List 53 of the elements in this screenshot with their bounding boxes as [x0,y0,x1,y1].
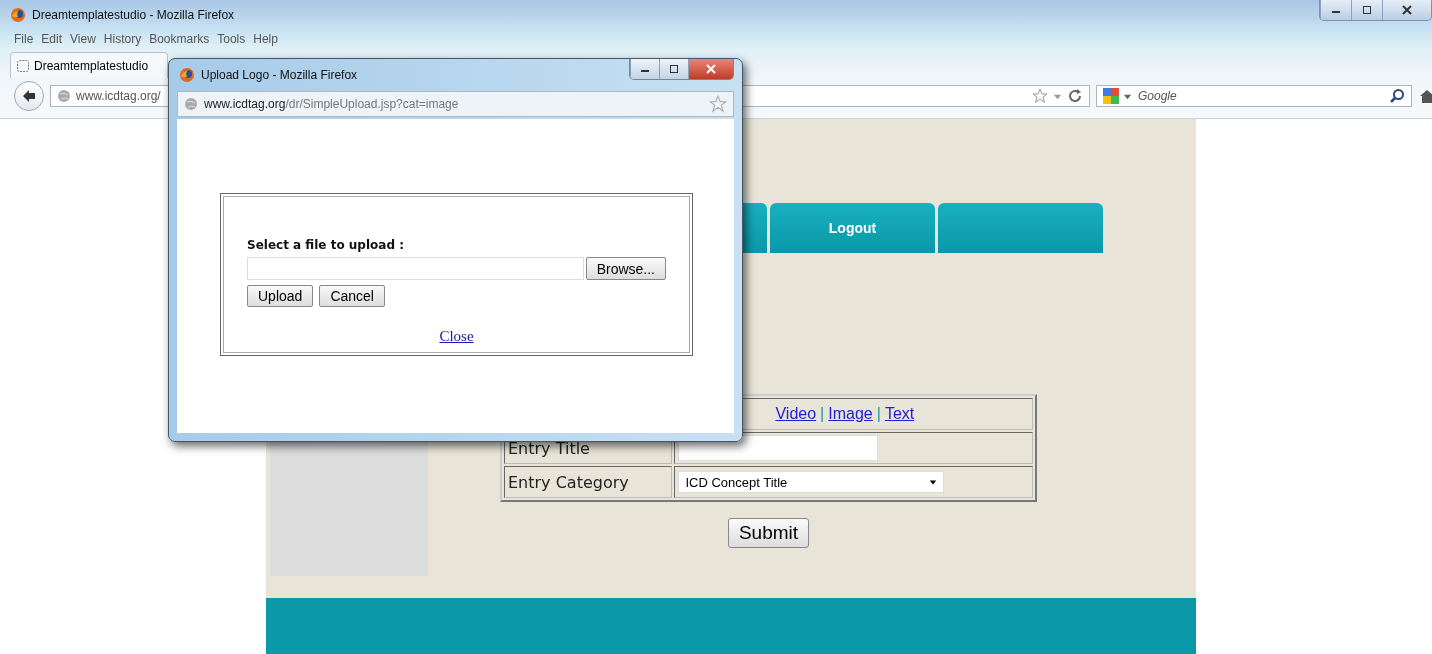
window-title: Dreamtemplatestudio - Mozilla Firefox [32,8,235,22]
dialog-button[interactable]: Cancel [319,285,385,307]
browser-tab[interactable]: Dreamtemplatestudio [10,52,168,78]
globe-icon [57,89,71,103]
dialog-button[interactable]: Upload [247,285,314,307]
separator: | [876,405,881,422]
minimize-button[interactable] [630,59,659,79]
reload-icon[interactable] [1067,88,1083,104]
file-path-field[interactable] [247,257,584,280]
window-title: Upload Logo - Mozilla Firefox [201,68,358,82]
close-icon [1402,5,1412,15]
firefox-logo-icon [10,7,26,23]
star-icon[interactable] [1032,88,1048,104]
menu-item[interactable]: View [70,32,96,46]
star-icon[interactable] [709,95,727,113]
home-icon[interactable] [1418,88,1432,104]
upload-prompt: Select a file to upload : [247,238,405,252]
search-field[interactable]: Google [1096,85,1412,107]
type-link[interactable]: Video [775,405,817,422]
firefox-logo-icon [179,67,195,83]
page-icon [17,59,29,72]
separator: | [820,405,825,422]
maximize-icon [669,64,679,74]
field-label: Entry Title [508,438,590,458]
search-icon[interactable] [1389,88,1405,104]
submit-button[interactable]: Submit [727,518,810,548]
maximize-button[interactable] [1351,0,1382,20]
menu-item[interactable]: File [14,32,34,46]
close-button[interactable] [688,59,733,79]
search-input[interactable]: Google [1136,88,1385,104]
close-icon [706,64,716,74]
back-arrow-icon [21,88,37,104]
dropdown-arrow-icon [929,478,938,486]
browse-button[interactable]: Browse... [585,257,666,280]
type-link[interactable]: Text [884,405,915,422]
title-input[interactable] [678,435,879,461]
google-icon [1103,88,1119,104]
minimize-button[interactable] [1320,0,1351,20]
menu-item[interactable]: Bookmarks [149,32,210,46]
globe-icon [184,97,198,111]
menu-item[interactable]: History [103,32,142,46]
maximize-icon [1362,5,1372,15]
category-select[interactable]: ICD Concept Title [678,471,945,493]
close-link[interactable]: Close [439,328,474,344]
maximize-button[interactable] [659,59,688,79]
back-button[interactable] [14,81,44,111]
type-link[interactable]: Image [828,405,873,422]
menu-item[interactable]: Help [253,32,278,46]
close-button[interactable] [1382,0,1431,20]
menu-item[interactable]: Tools [217,32,246,46]
menu-item[interactable]: Edit [41,32,63,46]
field-label: Entry Category [508,472,629,492]
address-bar: www.icdtag.org/dr/SimpleUpload.jsp?cat=image [177,91,734,117]
